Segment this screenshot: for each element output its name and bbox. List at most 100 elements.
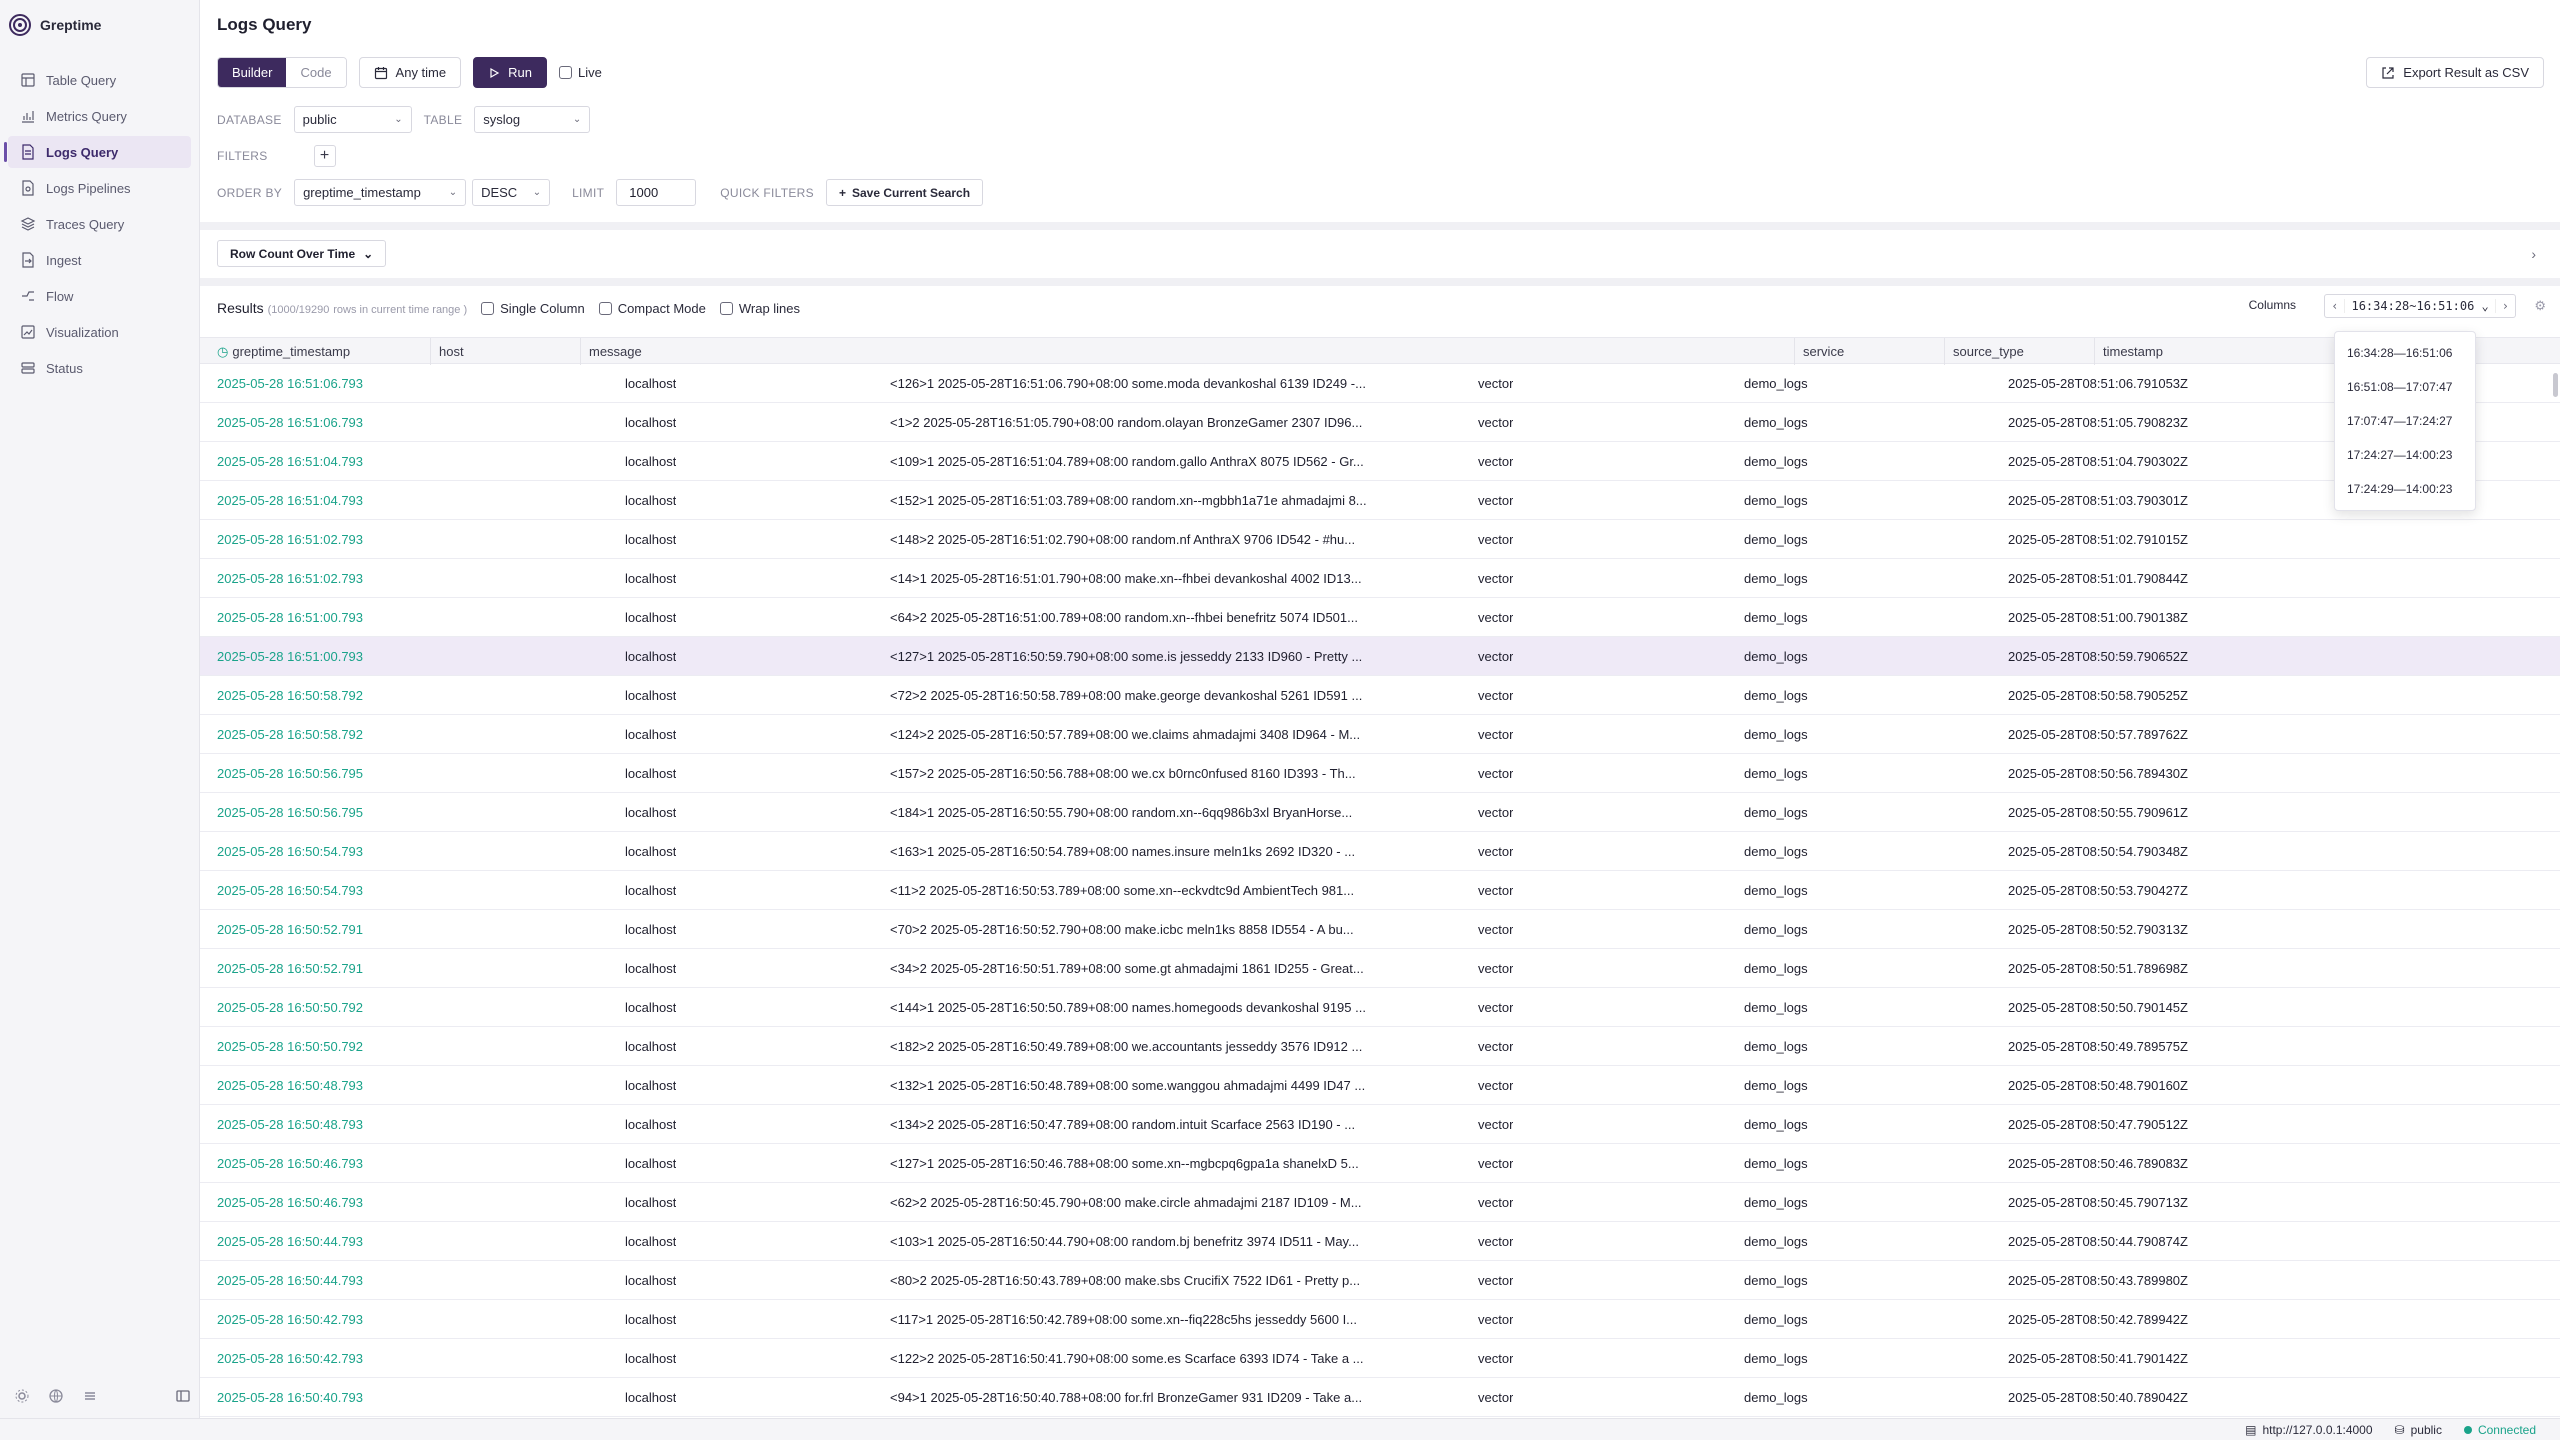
cell-greptime-timestamp[interactable]: 2025-05-28 16:50:52.791	[217, 910, 363, 949]
cell-greptime-timestamp[interactable]: 2025-05-28 16:50:54.793	[217, 871, 363, 910]
sidebar-item-flow[interactable]: Flow	[8, 280, 191, 312]
table-row[interactable]: 2025-05-28 16:51:02.793 localhost <148>2 2…	[200, 520, 2560, 559]
cell-greptime-timestamp[interactable]: 2025-05-28 16:51:02.793	[217, 559, 363, 598]
server-url[interactable]: ▤ http://127.0.0.1:4000	[2245, 1423, 2372, 1437]
table-row[interactable]: 2025-05-28 16:50:56.795 localhost <157>2 2…	[200, 754, 2560, 793]
table-row[interactable]: 2025-05-28 16:50:50.792 localhost <144>1 2…	[200, 988, 2560, 1027]
column-header-greptime-timestamp[interactable]: ◷ greptime_timestamp	[217, 338, 350, 365]
collapse-sidebar-icon[interactable]	[175, 1388, 191, 1404]
sidebar-item-table-query[interactable]: Table Query	[8, 64, 191, 96]
range-option[interactable]: 16:51:08—17:07:47	[2335, 370, 2475, 404]
export-csv-button[interactable]: Export Result as CSV	[2366, 57, 2544, 88]
cell-greptime-timestamp[interactable]: 2025-05-28 16:50:46.793	[217, 1144, 363, 1183]
chevron-right-icon[interactable]: ›	[2531, 246, 2536, 262]
table-row[interactable]: 2025-05-28 16:50:58.792 localhost <72>2 20…	[200, 676, 2560, 715]
cell-greptime-timestamp[interactable]: 2025-05-28 16:50:42.793	[217, 1300, 363, 1339]
table-row[interactable]: 2025-05-28 16:50:46.793 localhost <62>2 20…	[200, 1183, 2560, 1222]
order-by-select[interactable]: greptime_timestamp ⌄	[294, 179, 467, 206]
scrollbar[interactable]	[2553, 373, 2558, 397]
table-row[interactable]: 2025-05-28 16:50:54.793 localhost <163>1 2…	[200, 832, 2560, 871]
code-tab[interactable]: Code	[286, 58, 346, 87]
compact-mode-toggle[interactable]: Compact Mode	[598, 301, 706, 316]
sidebar-item-traces-query[interactable]: Traces Query	[8, 208, 191, 240]
cell-greptime-timestamp[interactable]: 2025-05-28 16:50:50.792	[217, 1027, 363, 1066]
cell-greptime-timestamp[interactable]: 2025-05-28 16:50:44.793	[217, 1261, 363, 1300]
gear-icon[interactable]: ⚙	[2534, 298, 2546, 314]
table-row[interactable]: 2025-05-28 16:51:00.793 localhost <127>1 2…	[200, 637, 2560, 676]
current-range[interactable]: 16:34:28~16:51:06 ⌄	[2344, 299, 2496, 313]
row-count-toggle[interactable]: Row Count Over Time ⌄	[217, 240, 387, 267]
column-header-service[interactable]: service	[1794, 338, 1844, 365]
cell-greptime-timestamp[interactable]: 2025-05-28 16:50:54.793	[217, 832, 363, 871]
globe-icon[interactable]	[48, 1388, 64, 1404]
cell-greptime-timestamp[interactable]: 2025-05-28 16:50:40.793	[217, 1378, 363, 1417]
column-header-message[interactable]: message	[580, 338, 642, 365]
cell-greptime-timestamp[interactable]: 2025-05-28 16:51:00.793	[217, 598, 363, 637]
single-column-toggle[interactable]: Single Column	[481, 301, 585, 316]
table-row[interactable]: 2025-05-28 16:50:48.793 localhost <134>2 2…	[200, 1105, 2560, 1144]
single-column-checkbox[interactable]	[481, 301, 495, 315]
cell-greptime-timestamp[interactable]: 2025-05-28 16:50:58.792	[217, 676, 363, 715]
table-row[interactable]: 2025-05-28 16:51:00.793 localhost <64>2 20…	[200, 598, 2560, 637]
table-row[interactable]: 2025-05-28 16:50:54.793 localhost <11>2 20…	[200, 871, 2560, 910]
table-row[interactable]: 2025-05-28 16:50:50.792 localhost <182>2 2…	[200, 1027, 2560, 1066]
time-range-button[interactable]: Any time	[358, 57, 462, 88]
cell-greptime-timestamp[interactable]: 2025-05-28 16:50:56.795	[217, 754, 363, 793]
table-row[interactable]: 2025-05-28 16:50:42.793 localhost <122>2 2…	[200, 1339, 2560, 1378]
table-row[interactable]: 2025-05-28 16:50:56.795 localhost <184>1 2…	[200, 793, 2560, 832]
sidebar-item-logs-pipelines[interactable]: Logs Pipelines	[8, 172, 191, 204]
cell-greptime-timestamp[interactable]: 2025-05-28 16:51:06.793	[217, 403, 363, 442]
gear-icon[interactable]	[14, 1388, 30, 1404]
add-filter-button[interactable]: +	[313, 145, 336, 167]
table-row[interactable]: 2025-05-28 16:50:44.793 localhost <103>1 2…	[200, 1222, 2560, 1261]
live-checkbox[interactable]	[558, 66, 572, 79]
cell-greptime-timestamp[interactable]: 2025-05-28 16:50:48.793	[217, 1066, 363, 1105]
wrap-lines-checkbox[interactable]	[719, 301, 733, 315]
cell-greptime-timestamp[interactable]: 2025-05-28 16:50:42.793	[217, 1339, 363, 1378]
table-row[interactable]: 2025-05-28 16:50:58.792 localhost <124>2 2…	[200, 715, 2560, 754]
compact-mode-checkbox[interactable]	[598, 301, 612, 315]
column-header-timestamp[interactable]: timestamp	[2094, 338, 2163, 365]
cell-greptime-timestamp[interactable]: 2025-05-28 16:51:04.793	[217, 442, 363, 481]
table-row[interactable]: 2025-05-28 16:50:52.791 localhost <70>2 20…	[200, 910, 2560, 949]
range-option[interactable]: 16:34:28—16:51:06	[2335, 336, 2475, 370]
cell-greptime-timestamp[interactable]: 2025-05-28 16:50:44.793	[217, 1222, 363, 1261]
table-row[interactable]: 2025-05-28 16:50:52.791 localhost <34>2 20…	[200, 949, 2560, 988]
table-row[interactable]: 2025-05-28 16:50:48.793 localhost <132>1 2…	[200, 1066, 2560, 1105]
sidebar-item-visualization[interactable]: Visualization	[8, 316, 191, 348]
builder-tab[interactable]: Builder	[218, 58, 287, 87]
table-row[interactable]: 2025-05-28 16:51:04.793 localhost <109>1 2…	[200, 442, 2560, 481]
range-option[interactable]: 17:07:47—17:24:27	[2335, 404, 2475, 438]
table-row[interactable]: 2025-05-28 16:51:06.793 localhost <1>2 202…	[200, 403, 2560, 442]
database-indicator[interactable]: ⛁ public	[2395, 1423, 2442, 1437]
cell-greptime-timestamp[interactable]: 2025-05-28 16:51:06.793	[217, 364, 363, 403]
limit-input[interactable]: 1000	[616, 179, 697, 206]
save-search-button[interactable]: + Save Current Search	[825, 179, 984, 206]
cell-greptime-timestamp[interactable]: 2025-05-28 16:50:48.793	[217, 1105, 363, 1144]
column-header-source-type[interactable]: source_type	[1944, 338, 2024, 365]
range-option[interactable]: 17:24:29—14:00:23	[2335, 472, 2475, 506]
chevron-right-icon[interactable]: ›	[2496, 299, 2515, 313]
wrap-lines-toggle[interactable]: Wrap lines	[719, 301, 800, 316]
cell-greptime-timestamp[interactable]: 2025-05-28 16:50:50.792	[217, 988, 363, 1027]
table-row[interactable]: 2025-05-28 16:51:04.793 localhost <152>1 2…	[200, 481, 2560, 520]
columns-button[interactable]: Columns	[2249, 298, 2296, 312]
brand[interactable]: Greptime	[0, 0, 199, 50]
table-row[interactable]: 2025-05-28 16:51:06.793 localhost <126>1 2…	[200, 364, 2560, 403]
table-row[interactable]: 2025-05-28 16:50:44.793 localhost <80>2 20…	[200, 1261, 2560, 1300]
cell-greptime-timestamp[interactable]: 2025-05-28 16:51:00.793	[217, 637, 363, 676]
table-row[interactable]: 2025-05-28 16:50:40.793 localhost <94>1 20…	[200, 1378, 2560, 1417]
sidebar-item-metrics-query[interactable]: Metrics Query	[8, 100, 191, 132]
table-row[interactable]: 2025-05-28 16:50:42.793 localhost <117>1 2…	[200, 1300, 2560, 1339]
database-select[interactable]: public ⌄	[293, 106, 412, 133]
cell-greptime-timestamp[interactable]: 2025-05-28 16:50:46.793	[217, 1183, 363, 1222]
cell-greptime-timestamp[interactable]: 2025-05-28 16:50:52.791	[217, 949, 363, 988]
order-direction-select[interactable]: DESC ⌄	[472, 179, 551, 206]
cell-greptime-timestamp[interactable]: 2025-05-28 16:51:02.793	[217, 520, 363, 559]
chevron-left-icon[interactable]: ‹	[2325, 299, 2344, 313]
live-toggle[interactable]: Live	[558, 65, 602, 80]
run-button[interactable]: Run	[473, 57, 547, 88]
table-row[interactable]: 2025-05-28 16:50:46.793 localhost <127>1 2…	[200, 1144, 2560, 1183]
cell-greptime-timestamp[interactable]: 2025-05-28 16:50:58.792	[217, 715, 363, 754]
menu-icon[interactable]	[82, 1388, 98, 1404]
